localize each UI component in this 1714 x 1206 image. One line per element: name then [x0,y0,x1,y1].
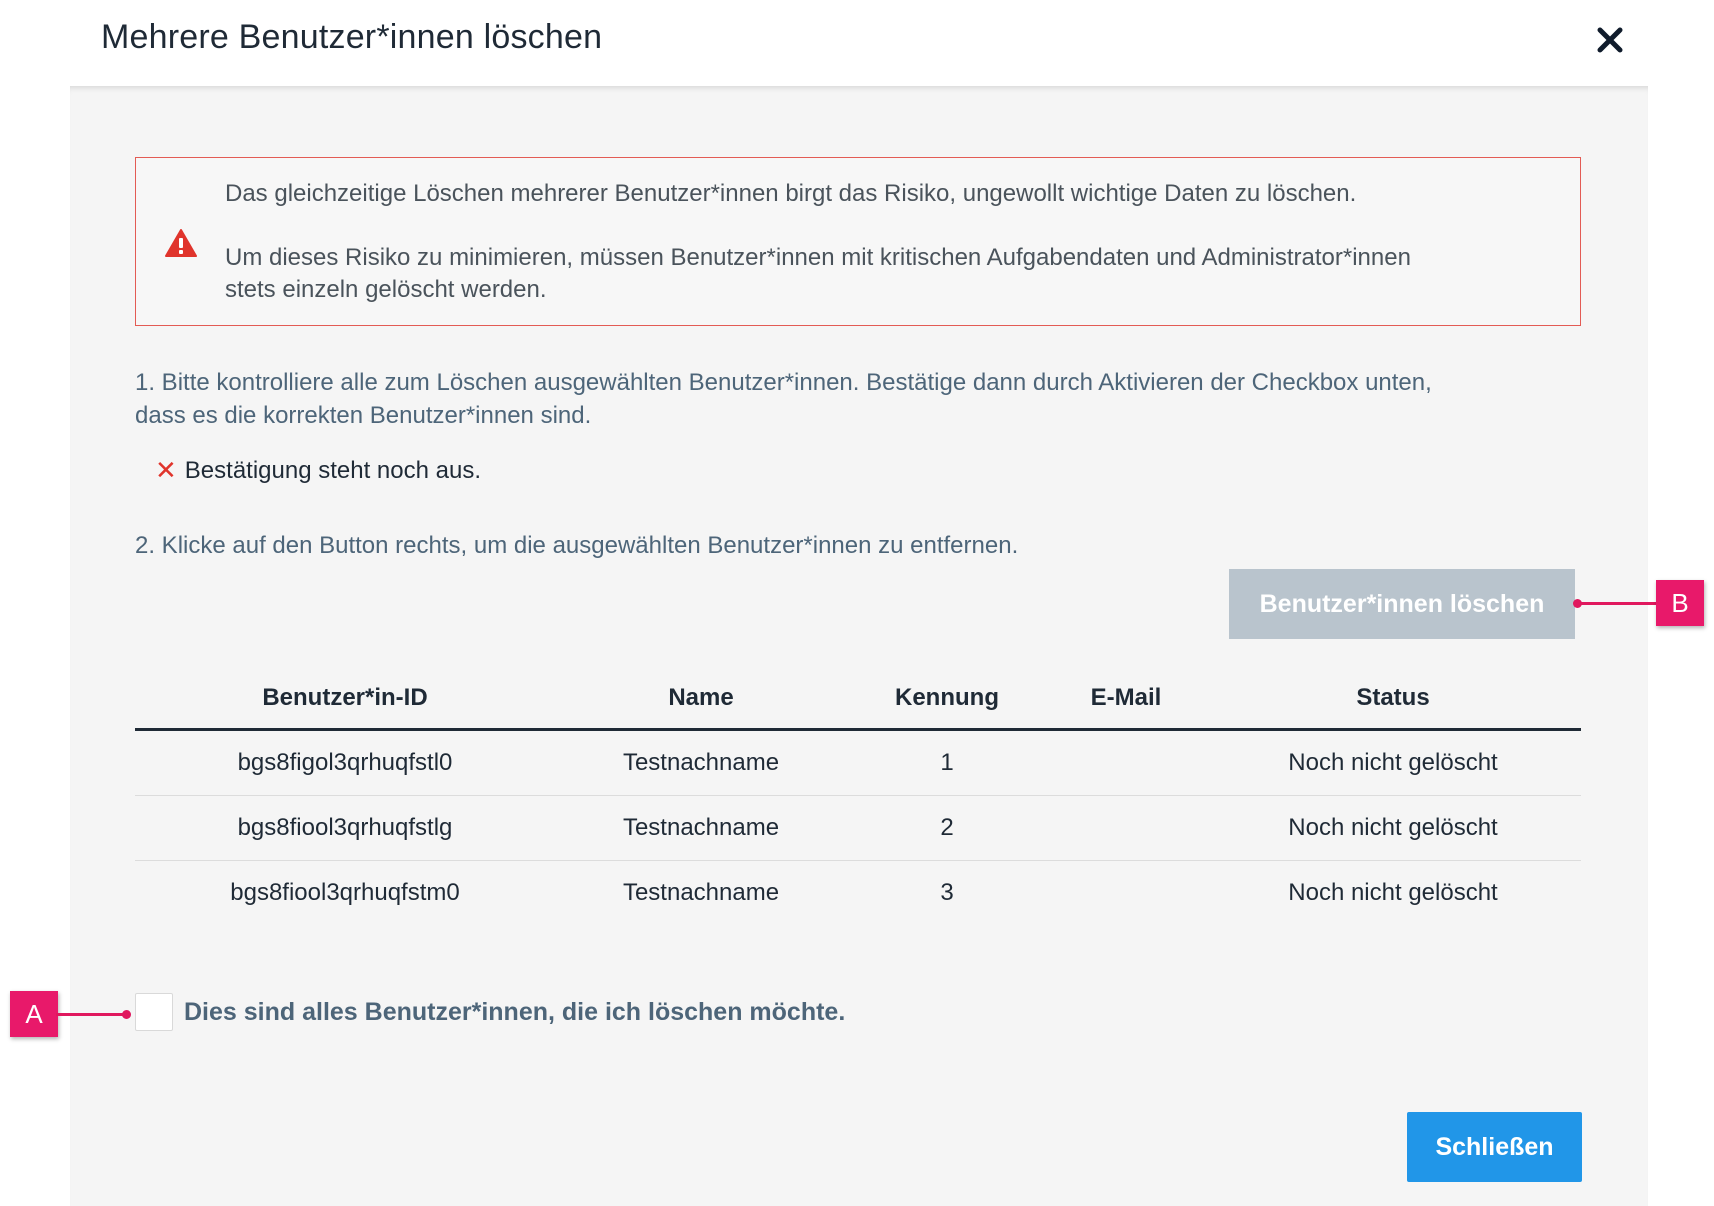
callout-a-dot [122,1010,131,1019]
dialog-title: Mehrere Benutzer*innen löschen [101,18,603,56]
callout-a-line [56,1013,126,1016]
callout-a-label: A [10,991,58,1037]
step1-text-line-b: dass es die korrekten Benutzer*innen sin… [135,402,592,429]
cell-kennung: 3 [940,879,954,906]
column-header-email: E-Mail [1047,668,1205,731]
cell-name: Testnachname [622,879,780,906]
warning-text-line1: Das gleichzeitige Löschen mehrerer Benut… [225,180,1357,207]
column-header-name: Name [555,668,847,731]
confirm-checkbox[interactable] [135,993,173,1031]
delete-users-button[interactable]: Benutzer*innen löschen [1229,569,1575,639]
table-row: bgs8fiool3qrhuqfstm0 Testnachname 3 Noch… [135,861,1581,926]
cell-kennung: 1 [847,729,1047,796]
warning-triangle-icon [165,229,197,257]
warning-text-line2b: stets einzeln gelöscht werden. [225,276,547,303]
pending-text: Bestätigung steht noch aus. [184,456,481,484]
dialog-header: Mehrere Benutzer*innen löschen [0,0,1714,86]
cell-kennung: 2 [847,795,1047,861]
cell-status: Noch nicht gelöscht [1205,729,1581,796]
column-header-kennung: Kennung [847,668,1047,731]
column-header-status: Status [1205,668,1581,731]
table-row: bgs8fiool3qrhuqfstlg Testnachname 2 Noch… [135,795,1581,861]
close-dialog-x-button[interactable] [1590,18,1630,62]
cell-email [1047,729,1205,796]
confirm-checkbox-label[interactable]: Dies sind alles Benutzer*innen, die ich … [184,998,845,1027]
table-header-row: Benutzer*in-ID Name Kennung E-Mail Statu… [135,668,1581,731]
callout-b-line [1580,602,1660,605]
warning-text-line2a: Um dieses Risiko zu minimieren, müssen B… [225,244,1411,271]
cell-email [1047,861,1205,926]
cell-email [1047,795,1205,861]
callout-b-label: B [1656,580,1704,626]
cell-name: Testnachname [555,729,847,796]
cell-status: Noch nicht gelöscht [1205,795,1581,861]
cell-user-id: bgs8figol3qrhuqfstl0 [135,729,555,796]
cell-name: Testnachname [555,795,847,861]
users-table: Benutzer*in-ID Name Kennung E-Mail Statu… [135,668,1581,925]
table-row: bgs8figol3qrhuqfstl0 Testnachname 1 Noch… [135,729,1581,796]
close-button[interactable]: Schließen [1407,1112,1582,1182]
close-icon [1597,27,1623,53]
cell-user-id: bgs8fiool3qrhuqfstlg [135,795,555,861]
confirm-row: Dies sind alles Benutzer*innen, die ich … [135,993,845,1031]
cell-status: Noch nicht gelöscht [1288,879,1498,906]
x-mark-icon: ✕ [155,455,177,485]
warning-box: Das gleichzeitige Löschen mehrerer Benut… [135,157,1581,326]
cell-user-id: bgs8fiool3qrhuqfstm0 [230,879,460,906]
step1-text-line-a: 1. Bitte kontrolliere alle zum Löschen a… [135,369,1432,396]
confirmation-pending: ✕ Bestätigung steht noch aus. [155,455,481,486]
column-header-user-id: Benutzer*in-ID [135,668,555,731]
step2-text: 2. Klicke auf den Button rechts, um die … [135,532,1019,559]
